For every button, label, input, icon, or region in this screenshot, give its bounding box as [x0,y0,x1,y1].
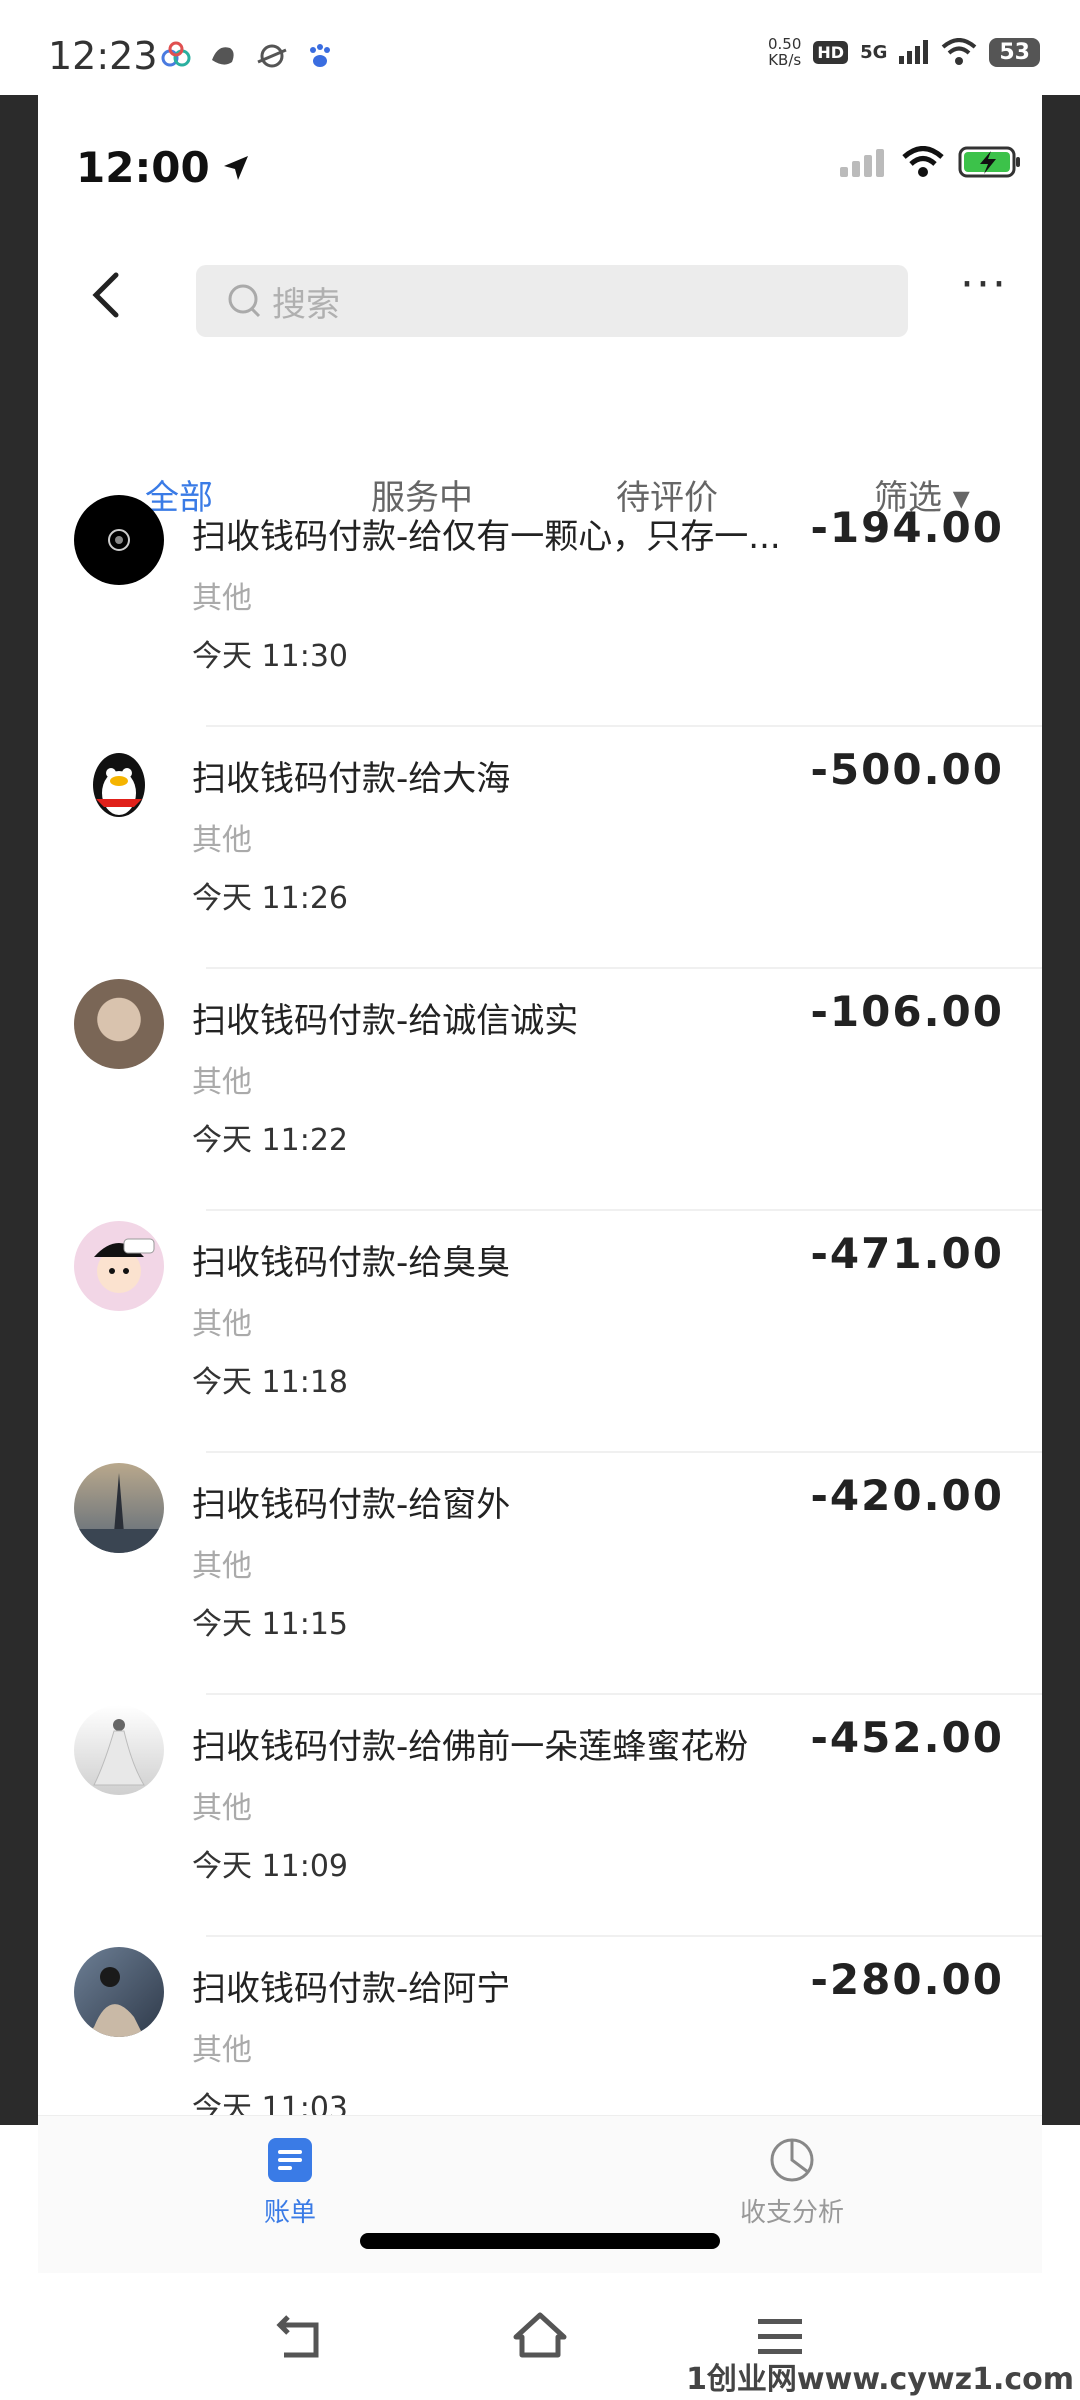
wifi-icon [942,38,977,65]
nav-bills-label: 账单 [263,2198,316,2228]
transaction-amount: -106.00 [810,987,1004,1036]
search-input[interactable]: 搜索 [196,265,908,337]
avatar [74,495,164,585]
transaction-category: 其他 [192,2033,252,2068]
transaction-title: 扫收钱码付款-给窗外 [192,1485,511,1525]
transaction-title: 扫收钱码付款-给大海 [192,759,511,799]
transaction-category: 其他 [192,1065,252,1100]
transaction-amount: -452.00 [810,1713,1004,1762]
bird-notification-icon [208,40,240,72]
transaction-amount: -500.00 [810,745,1004,794]
search-placeholder: 搜索 [272,284,340,325]
more-button[interactable]: ··· [954,255,1014,335]
back-nav-button[interactable] [270,2307,330,2367]
transaction-time: 今天 11:18 [192,1365,348,1400]
back-button[interactable] [78,265,138,325]
avatar [74,1463,164,1553]
transaction-category: 其他 [192,1549,252,1584]
hd-badge: HD [813,40,849,64]
nav-bills[interactable]: 账单 [210,2116,370,2229]
list-item[interactable]: 扫收钱码付款-给大海 其他 今天 11:26 -500.00 [38,727,1042,969]
pie-chart-icon [768,2136,816,2184]
avatar [74,1947,164,2037]
avatar [74,979,164,1069]
speed-unit: KB/s [768,51,802,69]
app-notification-icon [160,40,192,72]
transaction-title: 扫收钱码付款-给诚信诚实 [192,1001,579,1041]
speed-value: 0.50 [767,35,802,53]
frame-right [1042,95,1080,2125]
cellular-icon [840,149,884,177]
avatar [74,1221,164,1311]
home-indicator [360,2233,720,2249]
transaction-time: 今天 11:09 [192,1849,348,1884]
transaction-time: 今天 11:22 [192,1123,348,1158]
filter-tabs: 全部 服务中 待评价 筛选 ▾ [38,380,1042,518]
bottom-nav: 账单 收支分析 [38,2115,1042,2273]
back-nav-icon [276,2315,319,2358]
location-arrow-icon [223,155,248,180]
battery-indicator: 53 [989,37,1040,67]
list-item[interactable]: 扫收钱码付款-给佛前一朵莲蜂蜜花粉 其他 今天 11:09 -452.00 [38,1695,1042,1937]
avatar [74,1705,164,1795]
system-nav-bar: 1创业网www.cywz1.com [0,2273,1080,2400]
transaction-time: 今天 11:15 [192,1607,348,1642]
ios-status-bar: 12:00 [38,95,1042,235]
home-nav-button[interactable] [510,2307,570,2367]
list-item[interactable]: 扫收钱码付款-给窗外 其他 今天 11:15 -420.00 [38,1453,1042,1695]
network-type: 5G [860,41,888,63]
list-item[interactable]: 扫收钱码付款-给臭臭 其他 今天 11:18 -471.00 [38,1211,1042,1453]
ios-status-right [840,145,1022,179]
transaction-amount: -194.00 [810,503,1004,552]
charging-battery-icon [958,146,1020,178]
signal-icon [899,40,929,64]
transaction-amount: -471.00 [810,1229,1004,1278]
home-icon [513,2312,567,2358]
transaction-title: 扫收钱码付款-给仅有一颗心，只存一... [192,517,781,557]
transaction-category: 其他 [192,823,252,858]
network-speed: 0.50 KB/s [768,36,801,68]
list-item[interactable]: 扫收钱码付款-给诚信诚实 其他 今天 11:22 -106.00 [38,969,1042,1211]
transaction-amount: -420.00 [810,1471,1004,1520]
transaction-title: 扫收钱码付款-给佛前一朵莲蜂蜜花粉 [192,1727,749,1767]
transaction-time: 今天 11:26 [192,881,348,916]
frame-left [0,95,38,2125]
os-status-right: 0.50 KB/s HD 5G 53 [768,36,1040,68]
transaction-category: 其他 [192,581,252,616]
list-item[interactable]: 扫收钱码付款-给仅有一颗心，只存一... 其他 今天 11:30 -194.00 [38,485,1042,727]
os-time: 12:23 [48,34,158,78]
bill-icon [266,2136,314,2184]
transaction-title: 扫收钱码付款-给阿宁 [192,1969,511,2009]
avatar [74,737,164,827]
app-screen: 12:00 搜索 ··· 全部 服务中 待评价 筛选 ▾ 扫收钱码付款-给仅有一… [38,95,1042,2273]
os-status-bar: 12:23 0.50 KB/s HD 5G 53 [0,0,1080,95]
nav-analysis[interactable]: 收支分析 [712,2116,872,2229]
transaction-title: 扫收钱码付款-给臭臭 [192,1243,511,1283]
transaction-category: 其他 [192,1791,252,1826]
transaction-category: 其他 [192,1307,252,1342]
notification-icons [160,40,336,72]
watermark: 1创业网www.cywz1.com [686,2362,1074,2397]
ios-time: 12:00 [76,143,252,192]
search-icon [228,284,261,318]
planet-notification-icon [256,40,288,72]
transaction-time: 今天 11:30 [192,639,348,674]
nav-analysis-label: 收支分析 [739,2198,844,2228]
paw-notification-icon [304,40,336,72]
transaction-amount: -280.00 [810,1955,1004,2004]
ios-wifi-icon [902,146,944,177]
ios-time-text: 12:00 [76,143,210,192]
chevron-left-icon [92,272,119,318]
